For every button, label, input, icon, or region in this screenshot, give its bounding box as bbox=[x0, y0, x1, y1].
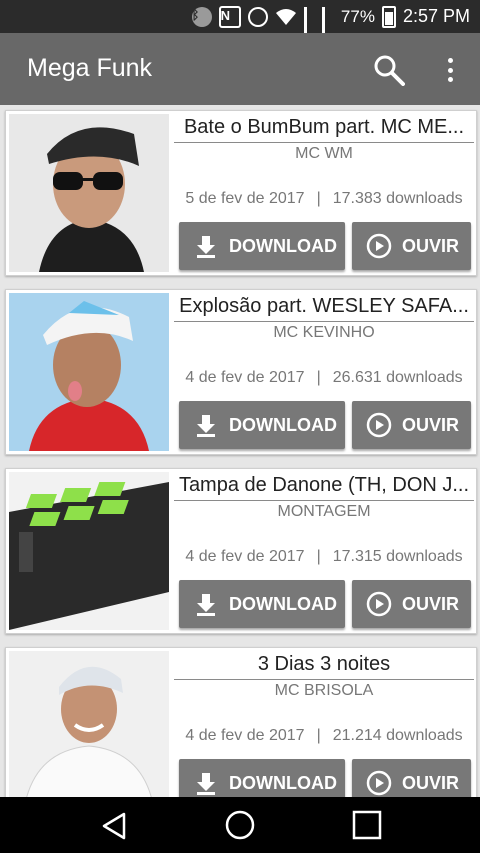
listen-button[interactable]: OUVIR bbox=[352, 580, 471, 628]
download-label: DOWNLOAD bbox=[229, 235, 337, 256]
song-card[interactable]: 3 Dias 3 noites MC BRISOLA 4 de fev de 2… bbox=[5, 647, 477, 797]
song-thumbnail bbox=[9, 472, 169, 630]
song-list: Bate o BumBum part. MC ME... MC WM 5 de … bbox=[0, 105, 480, 797]
battery-percent: 77% bbox=[340, 6, 375, 26]
download-label: DOWNLOAD bbox=[229, 414, 337, 435]
song-title: Tampa de Danone (TH, DON J... bbox=[174, 474, 474, 501]
download-button[interactable]: DOWNLOAD bbox=[179, 580, 345, 628]
alarm-icon bbox=[247, 6, 268, 27]
nfc-icon: N bbox=[218, 5, 241, 28]
song-artist: MC KEVINHO bbox=[273, 324, 375, 341]
song-thumbnail bbox=[9, 293, 169, 451]
listen-label: OUVIR bbox=[402, 235, 460, 256]
clock: 2:57 PM bbox=[402, 6, 470, 26]
song-artist: MC BRISOLA bbox=[274, 682, 374, 699]
bluetooth-icon: ᛒ bbox=[191, 6, 212, 27]
song-artist: MONTAGEM bbox=[277, 503, 371, 520]
download-icon bbox=[197, 773, 215, 795]
song-downloads: 26.631 downloads bbox=[332, 369, 463, 386]
song-downloads: 17.315 downloads bbox=[332, 548, 463, 565]
home-icon[interactable] bbox=[224, 809, 256, 841]
listen-label: OUVIR bbox=[402, 772, 460, 793]
song-meta: 4 de fev de 2017 | 26.631 downloads bbox=[185, 369, 463, 386]
play-icon bbox=[366, 770, 392, 796]
download-icon bbox=[197, 415, 215, 437]
listen-label: OUVIR bbox=[402, 593, 460, 614]
search-icon[interactable] bbox=[373, 54, 405, 86]
app-bar: Mega Funk bbox=[0, 33, 480, 105]
play-icon bbox=[366, 591, 392, 617]
listen-button[interactable]: OUVIR bbox=[352, 222, 471, 270]
song-date: 4 de fev de 2017 bbox=[185, 369, 305, 386]
signal-2g-icon: 2G bbox=[322, 6, 334, 72]
song-date: 4 de fev de 2017 bbox=[185, 727, 305, 744]
song-title: Explosão part. WESLEY SAFA... bbox=[174, 295, 474, 322]
app-title: Mega Funk bbox=[27, 54, 153, 82]
song-artist: MC WM bbox=[295, 145, 353, 162]
listen-button[interactable]: OUVIR bbox=[352, 759, 471, 797]
song-downloads: 17.383 downloads bbox=[332, 190, 463, 207]
back-icon[interactable] bbox=[100, 811, 128, 841]
signal-3g-icon: 3G bbox=[303, 6, 315, 72]
recent-apps-icon[interactable] bbox=[352, 810, 382, 840]
song-title: Bate o BumBum part. MC ME... bbox=[174, 116, 474, 143]
song-meta: 4 de fev de 2017 | 21.214 downloads bbox=[185, 727, 463, 744]
song-meta: 5 de fev de 2017 | 17.383 downloads bbox=[185, 190, 463, 207]
download-icon bbox=[197, 594, 215, 616]
navigation-bar bbox=[0, 797, 480, 853]
song-card[interactable]: Bate o BumBum part. MC ME... MC WM 5 de … bbox=[5, 110, 477, 276]
listen-button[interactable]: OUVIR bbox=[352, 401, 471, 449]
download-label: DOWNLOAD bbox=[229, 772, 337, 793]
wifi-icon bbox=[275, 8, 296, 25]
status-bar: ᛒ N 3G 2G 77% 2:57 PM bbox=[0, 0, 480, 72]
download-icon bbox=[197, 236, 215, 258]
battery-icon bbox=[381, 5, 396, 28]
song-title: 3 Dias 3 noites bbox=[174, 653, 474, 680]
download-button[interactable]: DOWNLOAD bbox=[179, 759, 345, 797]
more-options-icon[interactable] bbox=[442, 55, 458, 85]
song-meta: 4 de fev de 2017 | 17.315 downloads bbox=[185, 548, 463, 565]
song-card[interactable]: Explosão part. WESLEY SAFA... MC KEVINHO… bbox=[5, 289, 477, 455]
listen-label: OUVIR bbox=[402, 414, 460, 435]
song-date: 5 de fev de 2017 bbox=[185, 190, 305, 207]
song-thumbnail bbox=[9, 651, 169, 797]
song-card[interactable]: Tampa de Danone (TH, DON J... MONTAGEM 4… bbox=[5, 468, 477, 634]
download-button[interactable]: DOWNLOAD bbox=[179, 222, 345, 270]
play-icon bbox=[366, 412, 392, 438]
song-thumbnail bbox=[9, 114, 169, 272]
song-downloads: 21.214 downloads bbox=[332, 727, 463, 744]
download-label: DOWNLOAD bbox=[229, 593, 337, 614]
play-icon bbox=[366, 233, 392, 259]
download-button[interactable]: DOWNLOAD bbox=[179, 401, 345, 449]
song-date: 4 de fev de 2017 bbox=[185, 548, 305, 565]
